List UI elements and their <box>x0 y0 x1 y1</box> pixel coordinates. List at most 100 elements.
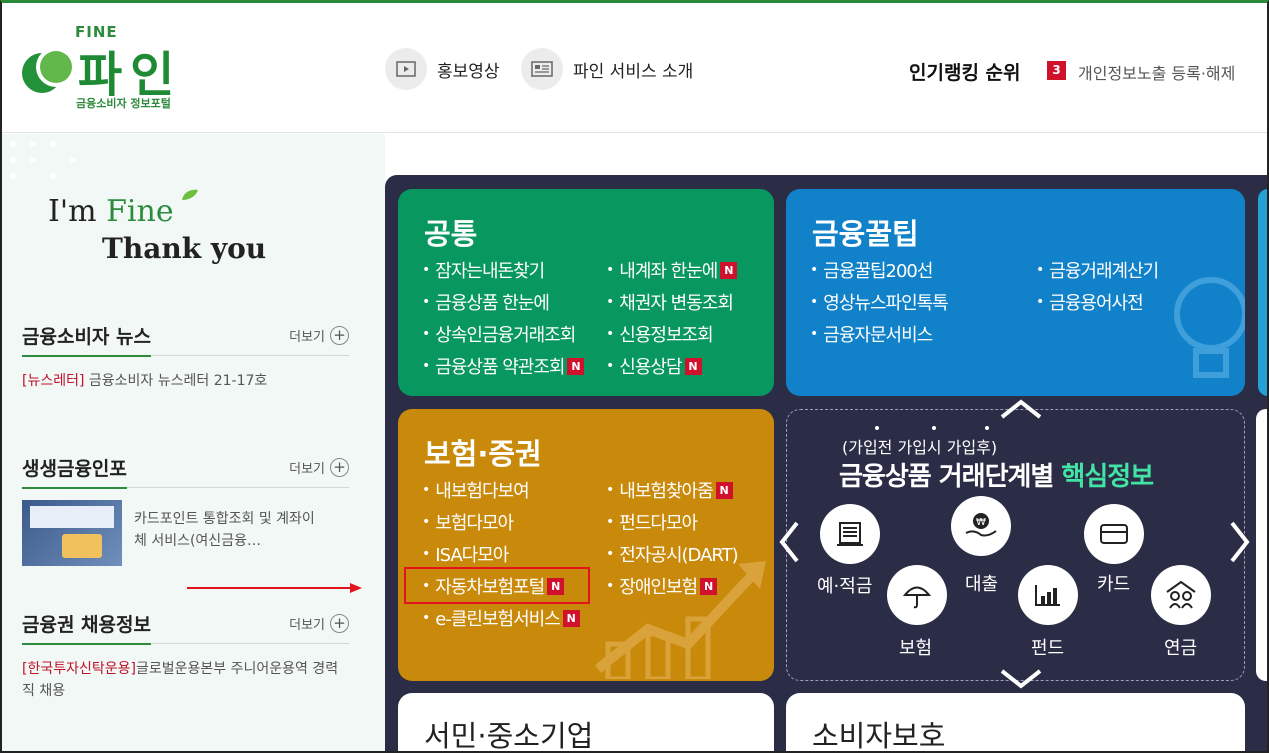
menu-item-credit-info[interactable]: 신용정보조회 <box>606 321 713 347</box>
plus-icon: + <box>330 614 349 633</box>
menu-item-products-glance[interactable]: 금융상품 한눈에 <box>422 289 550 315</box>
new-badge: N <box>567 357 585 375</box>
loan-label: 대출 <box>965 574 999 595</box>
info-more-button[interactable]: 더보기 + <box>289 458 349 477</box>
menu-item-creditor-change[interactable]: 채권자 변동조회 <box>606 289 734 315</box>
news-more-button[interactable]: 더보기 + <box>289 326 349 345</box>
menu-item-tips-200[interactable]: 금융꿀팁200선 <box>810 257 933 283</box>
menu-item-label: 금융상품 약관조회 <box>435 357 565 378</box>
menu-item-dormant-money[interactable]: 잠자는내돈찾기 <box>422 257 545 283</box>
menu-item-disability-insurance[interactable]: 장애인보험N <box>606 573 718 599</box>
info-card-text: 카드포인트 통합조회 및 계좌이체 서비스(여신금융… <box>134 511 315 549</box>
menu-item-terms[interactable]: 금융상품 약관조회N <box>422 353 585 379</box>
info-card[interactable]: 카드포인트 통합조회 및 계좌이체 서비스(여신금융… <box>22 500 349 566</box>
plus-icon: + <box>330 458 349 477</box>
plus-icon: + <box>330 326 349 345</box>
menu-item-my-insurance[interactable]: 내보험다보여 <box>422 477 529 503</box>
site-header: FINE 파인 금융소비자 정보포털 홍보영상 파인 서비스 소개 인기랭킹 순… <box>2 3 1267 133</box>
menu-item-inheritance[interactable]: 상속인금융거래조회 <box>422 321 576 347</box>
fine-logo[interactable]: FINE 파인 금융소비자 정보포털 <box>20 23 200 118</box>
service-intro-button[interactable]: 파인 서비스 소개 <box>521 48 693 90</box>
savings-label: 예·적금 <box>817 576 873 597</box>
document-icon <box>521 48 563 90</box>
menu-item-label: 내보험다보여 <box>435 481 529 502</box>
menu-item-credit-counsel[interactable]: 신용상담N <box>606 353 702 379</box>
menu-item-fund-compare[interactable]: 펀드다모아 <box>606 509 698 535</box>
left-sidebar: I'm Fine Thank you 금융소비자 뉴스 더보기 + [뉴스레터] … <box>2 134 385 751</box>
menu-item-advisory[interactable]: 금융자문서비스 <box>810 321 933 347</box>
menu-item-label: 신용정보조회 <box>619 325 713 346</box>
news-section: 금융소비자 뉴스 더보기 + [뉴스레터] 금융소비자 뉴스레터 21-17호 <box>22 320 349 392</box>
promo-video-label: 홍보영상 <box>437 61 500 82</box>
menu-item-label: 상속인금융거래조회 <box>435 325 576 346</box>
service-intro-label: 파인 서비스 소개 <box>573 61 694 82</box>
pension-label: 연금 <box>1164 638 1198 659</box>
menu-item-video-news[interactable]: 영상뉴스파인톡톡 <box>810 289 948 315</box>
menu-item-label: 영상뉴스파인톡톡 <box>823 293 948 314</box>
jobs-section: 금융권 채용정보 더보기 + [한국투자신탁운용]글로벌운용본부 주니어운용역 경… <box>22 608 349 702</box>
menu-item-label: ISA다모아 <box>435 545 509 566</box>
menu-item-glossary[interactable]: 금융용어사전 <box>1036 289 1143 315</box>
pension-button[interactable] <box>1151 565 1211 625</box>
slogan-line2: Thank you <box>102 232 267 265</box>
chevron-right-icon[interactable] <box>1229 520 1251 564</box>
menu-item-label: 금융거래계산기 <box>1049 261 1159 282</box>
fund-label: 펀드 <box>1031 638 1065 659</box>
menu-item-label: 보험다모아 <box>435 513 514 534</box>
tile-common-title: 공통 <box>424 217 478 251</box>
menu-item-calculator[interactable]: 금융거래계산기 <box>1036 257 1159 283</box>
menu-item-label: 금융상품 한눈에 <box>435 293 550 314</box>
tile-consumer-title: 소비자보호 <box>812 719 946 753</box>
news-section-head: 금융소비자 뉴스 더보기 + <box>22 320 349 357</box>
tile-insurance-title: 보험·증권 <box>424 437 542 471</box>
menu-item-label: 내계좌 한눈에 <box>619 261 718 282</box>
promo-video-button[interactable]: 홍보영상 <box>385 48 500 90</box>
info-thumbnail <box>22 500 122 566</box>
menu-item-find-insurance[interactable]: 내보험찾아줌N <box>606 477 733 503</box>
tile-core-info: (가입전 가입시 가입후) 금융상품 거래단계별 핵심정보 예·적금 ₩ 대출 … <box>786 409 1245 681</box>
growth-chart-decoration <box>594 561 766 679</box>
ranking-title: 인기랭킹 순위 <box>909 62 1021 84</box>
tile-small-business[interactable]: 서민·중소기업 <box>398 693 774 751</box>
news-item[interactable]: [뉴스레터] 금융소비자 뉴스레터 21-17호 <box>22 370 349 392</box>
menu-item-label: e-클린보험서비스 <box>435 609 560 630</box>
news-section-title: 금융소비자 뉴스 <box>22 322 151 357</box>
menu-item-my-accounts[interactable]: 내계좌 한눈에N <box>606 257 738 283</box>
next-tile-edge-2 <box>1256 409 1267 681</box>
card-button[interactable] <box>1084 504 1144 564</box>
slogan-fine: Fine <box>106 194 174 229</box>
chevron-left-icon[interactable] <box>778 520 800 564</box>
tile-tips: 금융꿀팁 금융꿀팁200선 금융거래계산기 영상뉴스파인톡톡 금융용어사전 금융… <box>786 189 1245 396</box>
svg-text:₩: ₩ <box>976 517 986 528</box>
jobs-section-title: 금융권 채용정보 <box>22 610 151 645</box>
menu-item-label: 신용상담 <box>619 357 682 378</box>
chevron-down-icon[interactable] <box>999 668 1043 690</box>
ranking-item-link[interactable]: 개인정보노출 등록·해제 <box>1078 60 1235 84</box>
jobs-more-button[interactable]: 더보기 + <box>289 614 349 633</box>
menu-item-label: 잠자는내돈찾기 <box>435 261 545 282</box>
jobs-tag: [한국투자신탁운용] <box>22 661 136 677</box>
insurance-button[interactable] <box>887 565 947 625</box>
savings-button[interactable] <box>820 504 880 564</box>
chevron-up-icon[interactable] <box>999 398 1043 420</box>
browser-frame: FINE 파인 금융소비자 정보포털 홍보영상 파인 서비스 소개 인기랭킹 순… <box>0 0 1269 753</box>
red-arrow-annotation <box>187 583 362 593</box>
bar-chart-icon <box>1035 585 1060 606</box>
card-label: 카드 <box>1097 574 1131 595</box>
fund-button[interactable] <box>1018 565 1078 625</box>
logo-mark-inner <box>40 51 72 83</box>
new-badge: N <box>684 357 702 375</box>
tile-insurance: 보험·증권 내보험다보여 내보험찾아줌N 보험다모아 펀드다모아 ISA다모아 … <box>398 409 774 681</box>
menu-item-label: 채권자 변동조회 <box>619 293 734 314</box>
coin-hand-icon: ₩ <box>965 513 997 537</box>
menu-item-eclean[interactable]: e-클린보험서비스N <box>422 605 580 631</box>
slogan-prefix: I'm <box>48 194 97 229</box>
loan-button[interactable]: ₩ <box>951 496 1011 556</box>
next-tile-edge <box>1258 189 1267 396</box>
jobs-item[interactable]: [한국투자신탁운용]글로벌운용본부 주니어운용역 경력직 채용 <box>22 658 349 702</box>
menu-item-insurance-compare[interactable]: 보험다모아 <box>422 509 514 535</box>
menu-item-isa[interactable]: ISA다모아 <box>422 541 509 567</box>
tile-consumer-protection[interactable]: 소비자보호 <box>786 693 1245 753</box>
menu-item-dart[interactable]: 전자공시(DART) <box>606 541 738 567</box>
info-section-title: 생생금융인포 <box>22 454 127 489</box>
